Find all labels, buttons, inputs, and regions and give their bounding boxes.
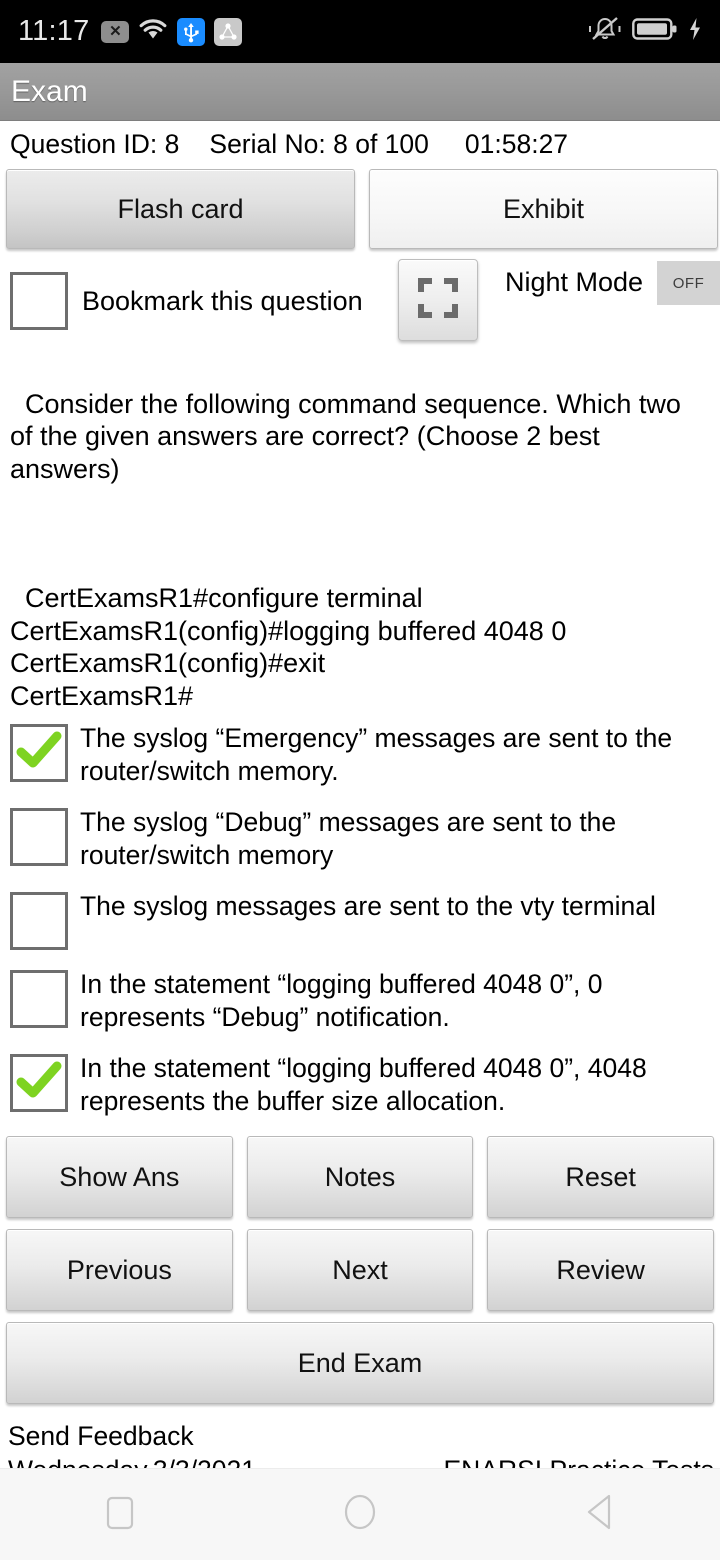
question-command-block: CertExamsR1#configure terminal CertExams… (10, 583, 567, 711)
option-checkbox-1[interactable] (10, 724, 68, 782)
exam-info-row: Question ID: 8 Serial No: 8 of 100 01:58… (0, 121, 720, 167)
status-bar-clock: 11:17 (18, 15, 90, 47)
option-checkbox-5[interactable] (10, 1054, 68, 1112)
option-label-4: In the statement “logging buffered 4048 … (80, 969, 603, 1032)
check-icon (16, 731, 62, 776)
usb-icon (177, 17, 206, 46)
mute-bell-icon (588, 15, 622, 48)
option-checkbox-2[interactable] (10, 808, 68, 866)
check-icon (16, 1061, 62, 1106)
serial-number-label: Serial No: 8 of 100 (209, 128, 429, 159)
send-feedback-link[interactable]: Send Feedback (8, 1421, 714, 1452)
page-title: Exam (11, 74, 88, 108)
recents-button[interactable] (60, 1469, 180, 1560)
wifi-icon (138, 17, 168, 46)
review-button[interactable]: Review (487, 1229, 715, 1311)
flash-card-button[interactable]: Flash card (6, 169, 355, 249)
option-checkbox-4[interactable] (10, 970, 68, 1028)
option-checkbox-3[interactable] (10, 892, 68, 950)
list-item[interactable]: In the statement “logging buffered 4048 … (0, 968, 720, 1034)
exam-timer: 01:58:27 (464, 128, 569, 159)
option-label-2: The syslog “Debug” messages are sent to … (80, 807, 617, 870)
question-spacer (10, 518, 710, 550)
next-button[interactable]: Next (246, 1229, 474, 1311)
list-item[interactable]: The syslog “Debug” messages are sent to … (0, 806, 720, 872)
control-row-1: Show Ans Notes Reset (6, 1136, 715, 1218)
fullscreen-expand-icon (417, 277, 459, 324)
end-exam-button[interactable]: End Exam (6, 1322, 714, 1404)
bookmark-checkbox[interactable] (10, 272, 68, 330)
option-label-3: The syslog messages are sent to the vty … (80, 891, 656, 921)
answer-options-list: The syslog “Emergency” messages are sent… (0, 722, 720, 1118)
android-nav-bar (0, 1468, 720, 1560)
battery-icon (632, 16, 678, 47)
bookmark-nightmode-row: Bookmark this question Night Mode OFF (0, 253, 720, 349)
status-bar: 11:17 ✕ (0, 0, 720, 63)
previous-button[interactable]: Previous (6, 1229, 233, 1311)
top-action-row: Flash card Exhibit (0, 167, 720, 253)
control-row-3: End Exam (6, 1322, 714, 1404)
reset-button[interactable]: Reset (487, 1136, 715, 1218)
charging-bolt-icon (688, 17, 702, 46)
back-triangle-icon (581, 1491, 619, 1538)
question-prompt: Consider the following command sequence.… (10, 388, 689, 484)
home-button[interactable] (300, 1469, 420, 1560)
option-label-1: The syslog “Emergency” messages are sent… (80, 723, 673, 786)
list-item[interactable]: In the statement “logging buffered 4048 … (0, 1052, 720, 1118)
control-row-2: Previous Next Review (6, 1229, 715, 1311)
status-bar-right-icons (588, 15, 702, 48)
fullscreen-button[interactable] (398, 259, 478, 341)
option-label-5: In the statement “logging buffered 4048 … (80, 1053, 647, 1116)
control-button-grid: Show Ans Notes Reset Previous Next Revie… (0, 1136, 720, 1404)
question-body: Consider the following command sequence.… (0, 349, 720, 712)
status-bar-left-icons: ✕ (101, 17, 243, 46)
share-network-icon (214, 17, 243, 46)
home-circle-icon (340, 1490, 380, 1539)
question-id-label: Question ID: 8 (10, 128, 180, 159)
app-title-bar: Exam (0, 63, 720, 121)
notes-button[interactable]: Notes (246, 1136, 474, 1218)
x-badge-icon: ✕ (101, 20, 130, 43)
bookmark-label: Bookmark this question (82, 285, 363, 316)
night-mode-toggle[interactable]: OFF (657, 261, 720, 305)
back-button[interactable] (540, 1469, 660, 1560)
list-item[interactable]: The syslog “Emergency” messages are sent… (0, 722, 720, 788)
list-item[interactable]: The syslog messages are sent to the vty … (0, 890, 720, 950)
recents-square-icon (103, 1492, 137, 1537)
exhibit-button[interactable]: Exhibit (369, 169, 718, 249)
show-ans-button[interactable]: Show Ans (6, 1136, 233, 1218)
night-mode-label: Night Mode (505, 267, 644, 297)
